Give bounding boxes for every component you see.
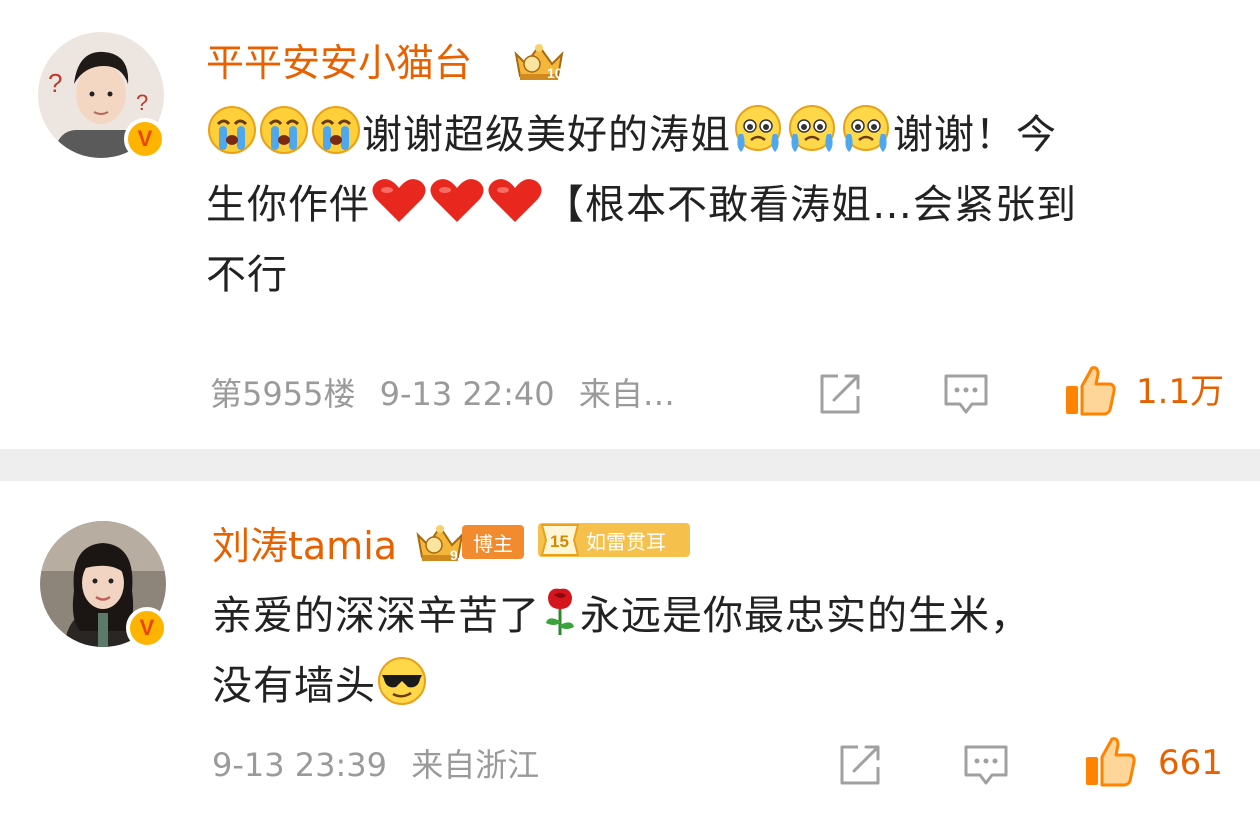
text-segment: 谢谢超级美好的涛姐	[362, 112, 731, 158]
tearful-face-icon	[839, 104, 893, 174]
sunglasses-face-icon	[376, 655, 428, 725]
verified-badge: V	[124, 118, 166, 160]
heart-icon	[428, 176, 486, 244]
text-segment: 没有墙头	[212, 663, 376, 709]
share-icon[interactable]	[838, 743, 884, 787]
svg-text:?: ?	[136, 90, 148, 115]
username[interactable]: 刘涛tamia	[212, 523, 397, 569]
like-count: 661	[1158, 743, 1223, 783]
source: 来自浙江	[411, 746, 540, 784]
blogger-tag: 博主	[462, 525, 524, 559]
svg-text:15: 15	[550, 532, 569, 551]
crown-level-icon: 10	[514, 44, 564, 81]
comment-text: 亲爱的深深辛苦了 永远是你最忠实的生米， 没有墙头	[212, 585, 1222, 725]
tearful-face-icon	[731, 104, 785, 174]
level-shield-icon: 15	[540, 524, 580, 556]
fan-level-tag: 15 如雷贯耳	[538, 523, 690, 557]
thumbs-up-icon[interactable]	[1064, 364, 1116, 416]
text-segment: 亲爱的深深辛苦了	[212, 593, 540, 639]
comment-text: 谢谢超级美好的涛姐 谢谢！今 生你作伴 【根本不敢看涛姐…会紧张到 不行	[206, 104, 1216, 306]
tearful-face-icon	[785, 104, 839, 174]
rose-icon	[540, 585, 580, 655]
text-segment: 生你作伴	[206, 182, 370, 228]
text-segment: 不行	[206, 252, 288, 298]
svg-text:9: 9	[450, 547, 458, 563]
comment-meta: 9-13 23:39 来自浙江	[212, 745, 539, 785]
crying-face-icon	[258, 104, 310, 174]
text-segment: 永远是你最忠实的生米，	[580, 593, 1031, 639]
avatar[interactable]: ? ? V	[38, 32, 166, 160]
crying-face-icon	[206, 104, 258, 174]
fan-level-label: 如雷贯耳	[586, 529, 666, 554]
blogger-tag-label: 博主	[473, 531, 513, 556]
comment-icon[interactable]	[962, 743, 1010, 789]
svg-text:?: ?	[48, 68, 62, 98]
verified-badge: V	[126, 607, 168, 649]
thumbs-up-icon[interactable]	[1084, 735, 1136, 787]
comment-separator	[0, 449, 1260, 481]
text-segment: 【根本不敢看涛姐…会紧张到	[544, 182, 1077, 228]
username[interactable]: 平平安安小猫台	[206, 40, 472, 86]
source: 来自…	[578, 375, 675, 413]
svg-text:10: 10	[547, 65, 563, 81]
heart-icon	[370, 176, 428, 244]
crying-face-icon	[310, 104, 362, 174]
text-segment: 谢谢！今	[893, 112, 1057, 158]
like-count: 1.1万	[1136, 372, 1225, 412]
heart-icon	[486, 176, 544, 244]
floor-number: 第5955楼	[210, 375, 356, 413]
share-icon[interactable]	[818, 372, 864, 416]
avatar[interactable]: V	[40, 521, 168, 649]
comment-meta: 第5955楼 9-13 22:40 来自…	[210, 374, 675, 414]
timestamp: 9-13 22:40	[379, 375, 555, 413]
comment-item: V 刘涛tamia 9 博主 15 如雷贯耳 亲爱的深深辛苦了 永远是你最忠实的…	[0, 481, 1260, 817]
timestamp: 9-13 23:39	[212, 746, 388, 784]
comment-item: ? ? V 平平安安小猫台 10 谢谢超级美好的涛姐 谢谢！今 生你作伴 【根本…	[0, 0, 1260, 449]
comment-icon[interactable]	[942, 372, 990, 418]
